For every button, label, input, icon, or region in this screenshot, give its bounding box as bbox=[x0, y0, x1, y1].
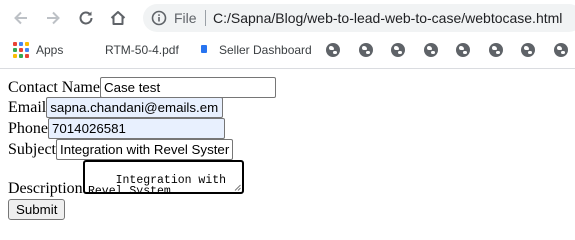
submit-button[interactable]: Submit bbox=[8, 199, 66, 220]
bookmark-globe[interactable] bbox=[424, 40, 438, 60]
bookmark-globe[interactable] bbox=[489, 40, 503, 60]
bookmark-label: Seller Dashboard bbox=[219, 43, 312, 57]
bookmark-apps[interactable]: Apps bbox=[13, 40, 63, 60]
browser-chrome: File C:/Sapna/Blog/web-to-lead-web-to-ca… bbox=[0, 0, 575, 69]
email-label: Email bbox=[8, 98, 47, 116]
globe-icon bbox=[359, 43, 373, 57]
description-textarea[interactable]: Integration with Revel System bbox=[83, 160, 244, 194]
resize-grip-icon[interactable] bbox=[234, 184, 241, 191]
globe-icon bbox=[521, 43, 535, 57]
bookmark-seller-dashboard[interactable]: Seller Dashboard bbox=[196, 40, 312, 60]
address-bar[interactable]: File C:/Sapna/Blog/web-to-lead-web-to-ca… bbox=[143, 4, 575, 32]
bookmark-rtm-pdf[interactable]: RTM-50-4.pdf bbox=[82, 40, 179, 60]
bookmark-globe[interactable] bbox=[554, 40, 568, 60]
email-input[interactable]: sapna.chandani@emails.em bbox=[46, 97, 224, 118]
flipkart-icon bbox=[196, 42, 212, 58]
description-text: Integration with Revel System bbox=[88, 174, 227, 194]
back-icon[interactable] bbox=[8, 5, 34, 31]
globe-icon bbox=[456, 43, 470, 57]
globe-icon bbox=[82, 42, 98, 58]
phone-row: Phone 7014026581 bbox=[8, 118, 225, 139]
address-divider bbox=[205, 10, 206, 26]
bookmark-apps-label: Apps bbox=[36, 43, 64, 57]
apps-grid-icon bbox=[13, 42, 29, 58]
reload-icon[interactable] bbox=[73, 5, 99, 31]
description-label: Description bbox=[8, 180, 83, 197]
subject-row: Subject Integration with Revel Syster bbox=[8, 139, 233, 160]
browser-toolbar: File C:/Sapna/Blog/web-to-lead-web-to-ca… bbox=[0, 0, 575, 36]
bookmarks-bar: Apps RTM-50-4.pdf Seller Dashboard bbox=[0, 36, 575, 64]
forward-icon[interactable] bbox=[40, 5, 66, 31]
contact-name-label: Contact Name bbox=[8, 78, 100, 96]
bookmark-globe[interactable] bbox=[391, 40, 405, 60]
email-row: Email sapna.chandani@emails.em bbox=[8, 97, 224, 118]
phone-label: Phone bbox=[8, 119, 48, 137]
contact-name-input[interactable]: Case test bbox=[99, 77, 276, 98]
globe-icon bbox=[326, 43, 340, 57]
web-to-case-form: Contact Name Case test Email sapna.chand… bbox=[0, 68, 575, 235]
contact-name-row: Contact Name Case test bbox=[8, 77, 276, 98]
bookmark-globe[interactable] bbox=[359, 40, 373, 60]
bookmark-globe[interactable] bbox=[521, 40, 535, 60]
bookmark-globe[interactable] bbox=[456, 40, 470, 60]
info-icon[interactable] bbox=[151, 10, 167, 26]
globe-icon bbox=[424, 43, 438, 57]
home-icon[interactable] bbox=[105, 5, 131, 31]
description-row: Description bbox=[8, 180, 83, 198]
phone-input[interactable]: 7014026581 bbox=[48, 118, 225, 139]
globe-icon bbox=[391, 43, 405, 57]
file-scheme-label: File bbox=[174, 10, 197, 26]
globe-icon bbox=[554, 43, 568, 57]
url-text[interactable]: C:/Sapna/Blog/web-to-lead-web-to-case/we… bbox=[213, 9, 562, 27]
subject-input[interactable]: Integration with Revel Syster bbox=[56, 139, 233, 160]
bookmark-label: RTM-50-4.pdf bbox=[105, 43, 179, 57]
subject-label: Subject bbox=[8, 140, 56, 158]
bookmark-globe[interactable] bbox=[326, 40, 340, 60]
globe-icon bbox=[489, 43, 503, 57]
